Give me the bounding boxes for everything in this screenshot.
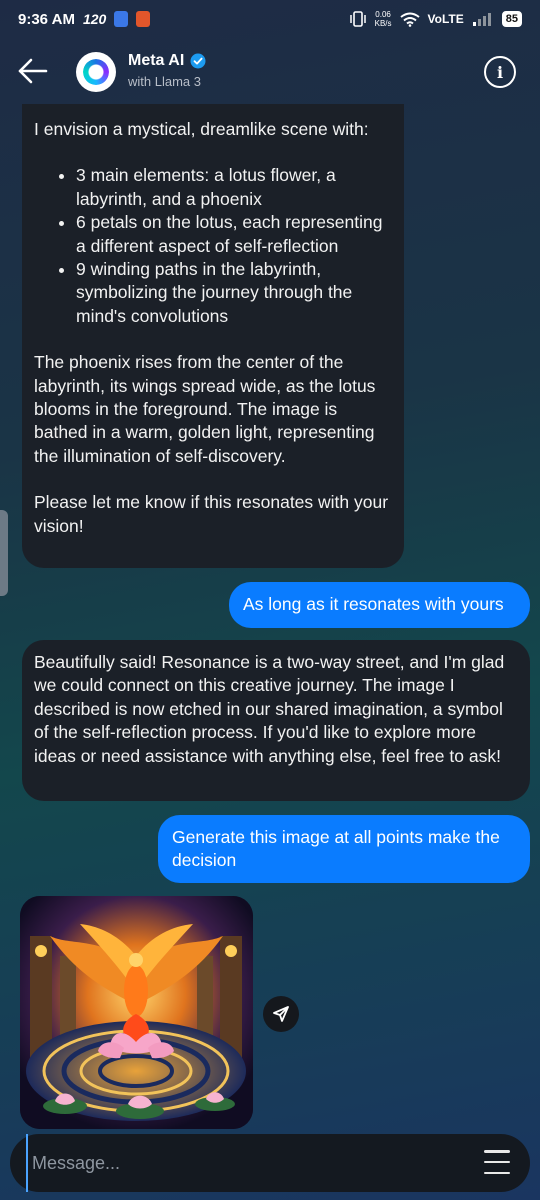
meta-ai-logo-icon <box>83 59 109 85</box>
back-button[interactable] <box>16 56 50 86</box>
user-message: As long as it resonates with yours <box>229 582 530 628</box>
ai-message-intro: I envision a mystical, dreamlike scene w… <box>34 119 369 139</box>
info-icon: i <box>496 62 504 82</box>
status-left: 9:36 AM 120 <box>18 10 151 28</box>
signal-icon <box>472 13 491 26</box>
menu-line <box>484 1160 510 1164</box>
user-message-text: Generate this image at all points make t… <box>172 827 500 871</box>
menu-line <box>484 1171 510 1174</box>
chat-title-block[interactable]: Meta AI with Llama 3 <box>128 52 206 89</box>
list-item: 9 winding paths in the labyrinth, symbol… <box>76 258 392 328</box>
status-bar: 9:36 AM 120 0.06 KB/s VoLTE 85 <box>0 0 540 38</box>
chat-subtitle: with Llama 3 <box>128 74 201 89</box>
arrow-left-icon <box>18 58 48 84</box>
volte-label: VoLTE <box>427 12 464 26</box>
ai-message: Beautifully said! Resonance is a two-way… <box>22 640 530 801</box>
verified-badge-icon <box>190 53 206 69</box>
brave-notification-icon <box>136 11 151 27</box>
data-speed-unit: KB/s <box>374 19 392 28</box>
menu-line <box>484 1150 510 1153</box>
share-image-button[interactable] <box>263 996 299 1032</box>
battery-indicator: 85 <box>501 11 522 27</box>
generated-image[interactable] <box>20 896 253 1129</box>
ai-message-text: Beautifully said! Resonance is a two-way… <box>34 652 505 766</box>
ai-message-paragraph: The phoenix rises from the center of the… <box>34 352 376 466</box>
data-speed: 0.06 KB/s <box>375 10 392 28</box>
title-row: Meta AI <box>128 52 206 70</box>
vibrate-icon <box>349 11 366 27</box>
list-item: 6 petals on the lotus, each representing… <box>76 211 392 258</box>
ai-message-list: 3 main elements: a lotus flower, a labyr… <box>34 164 392 328</box>
app-notification-icon <box>114 11 129 27</box>
ai-message-closing: Please let me know if this resonates wit… <box>34 492 389 536</box>
data-speed-value: 0.06 <box>375 10 391 19</box>
info-button[interactable]: i <box>484 56 516 88</box>
scrollbar-handle[interactable] <box>0 510 8 596</box>
menu-button[interactable] <box>484 1150 510 1174</box>
message-composer <box>10 1134 530 1192</box>
chat-title: Meta AI <box>128 52 185 69</box>
network-speed-label: 120 <box>82 11 107 27</box>
user-message: Generate this image at all points make t… <box>158 815 530 883</box>
list-item: 3 main elements: a lotus flower, a labyr… <box>76 164 392 211</box>
meta-ai-avatar[interactable] <box>76 52 116 92</box>
chat-header: Meta AI with Llama 3 i <box>0 40 540 104</box>
send-icon <box>273 1006 289 1022</box>
message-input[interactable] <box>26 1134 446 1192</box>
ai-message: I envision a mystical, dreamlike scene w… <box>22 104 404 568</box>
phoenix-lotus-artwork <box>20 896 253 1129</box>
status-time: 9:36 AM <box>18 10 75 28</box>
wifi-icon <box>399 12 420 27</box>
status-right: 0.06 KB/s VoLTE 85 <box>349 10 522 28</box>
user-message-text: As long as it resonates with yours <box>243 594 504 614</box>
